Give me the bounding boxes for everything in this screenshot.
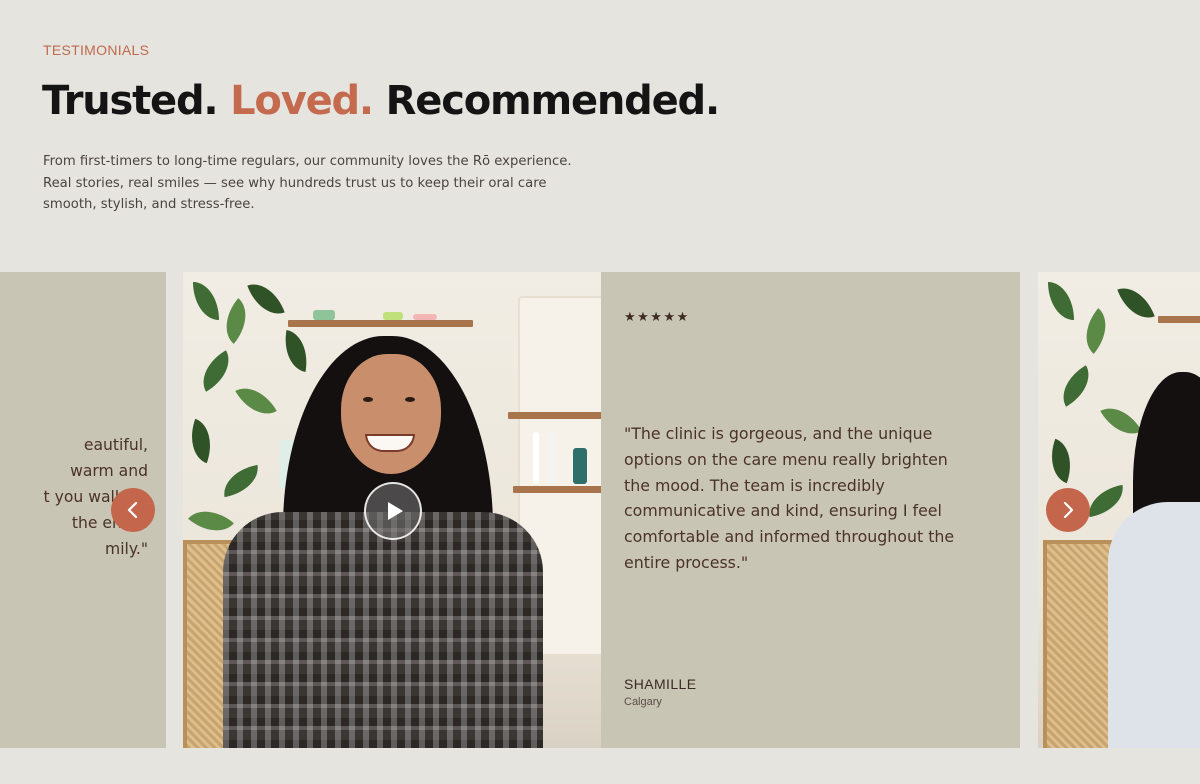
product-bottle	[549, 432, 555, 484]
carousel-prev-button[interactable]	[111, 488, 155, 532]
section-headline: Trusted. Loved. Recommended.	[42, 78, 720, 124]
previous-quote-line: mily."	[105, 540, 148, 558]
testimonial-card-active: ★★★★★ "The clinic is gorgeous, and the u…	[601, 272, 1020, 748]
person-face	[341, 354, 441, 474]
shelf	[513, 486, 601, 493]
product-bottle	[533, 432, 539, 484]
intro-line-1: From first-timers to long-time regulars,…	[43, 154, 572, 169]
section-eyebrow: TESTIMONIALS	[43, 42, 150, 58]
previous-quote-line: eautiful,	[83, 436, 148, 454]
intro-line-3: smooth, stylish, and stress-free.	[43, 197, 255, 212]
rating-stars: ★★★★★	[624, 310, 690, 325]
chevron-right-icon	[1063, 501, 1074, 519]
person-sweater	[1108, 502, 1200, 748]
testimonial-video[interactable]	[183, 272, 601, 748]
product-jar	[313, 310, 335, 320]
product-box	[573, 448, 587, 484]
person-eye	[405, 397, 415, 402]
section-bottom	[0, 748, 1200, 784]
carousel-next-button[interactable]	[1046, 488, 1090, 532]
person-eye	[363, 397, 373, 402]
previous-quote-line: warm and	[70, 462, 148, 480]
video-play-button[interactable]	[364, 482, 422, 540]
headline-recommended: Recommended.	[385, 78, 720, 124]
headline-trusted: Trusted.	[42, 78, 219, 124]
reviewer-location: Calgary	[624, 696, 662, 708]
shelf	[508, 412, 601, 419]
chevron-left-icon	[127, 501, 138, 519]
intro-line-2: Real stories, real smiles — see why hund…	[43, 175, 547, 191]
headline-loved: Loved.	[230, 78, 374, 124]
review-quote: "The clinic is gorgeous, and the unique …	[624, 424, 955, 572]
shelf	[1158, 316, 1200, 323]
person-sweater	[223, 512, 543, 748]
section-intro: From first-timers to long-time regulars,…	[43, 151, 603, 216]
reviewer-name: SHAMILLE	[624, 676, 697, 692]
shelf	[288, 320, 473, 327]
product-jar	[413, 314, 437, 320]
product-jar	[383, 312, 403, 320]
play-icon	[388, 502, 403, 520]
